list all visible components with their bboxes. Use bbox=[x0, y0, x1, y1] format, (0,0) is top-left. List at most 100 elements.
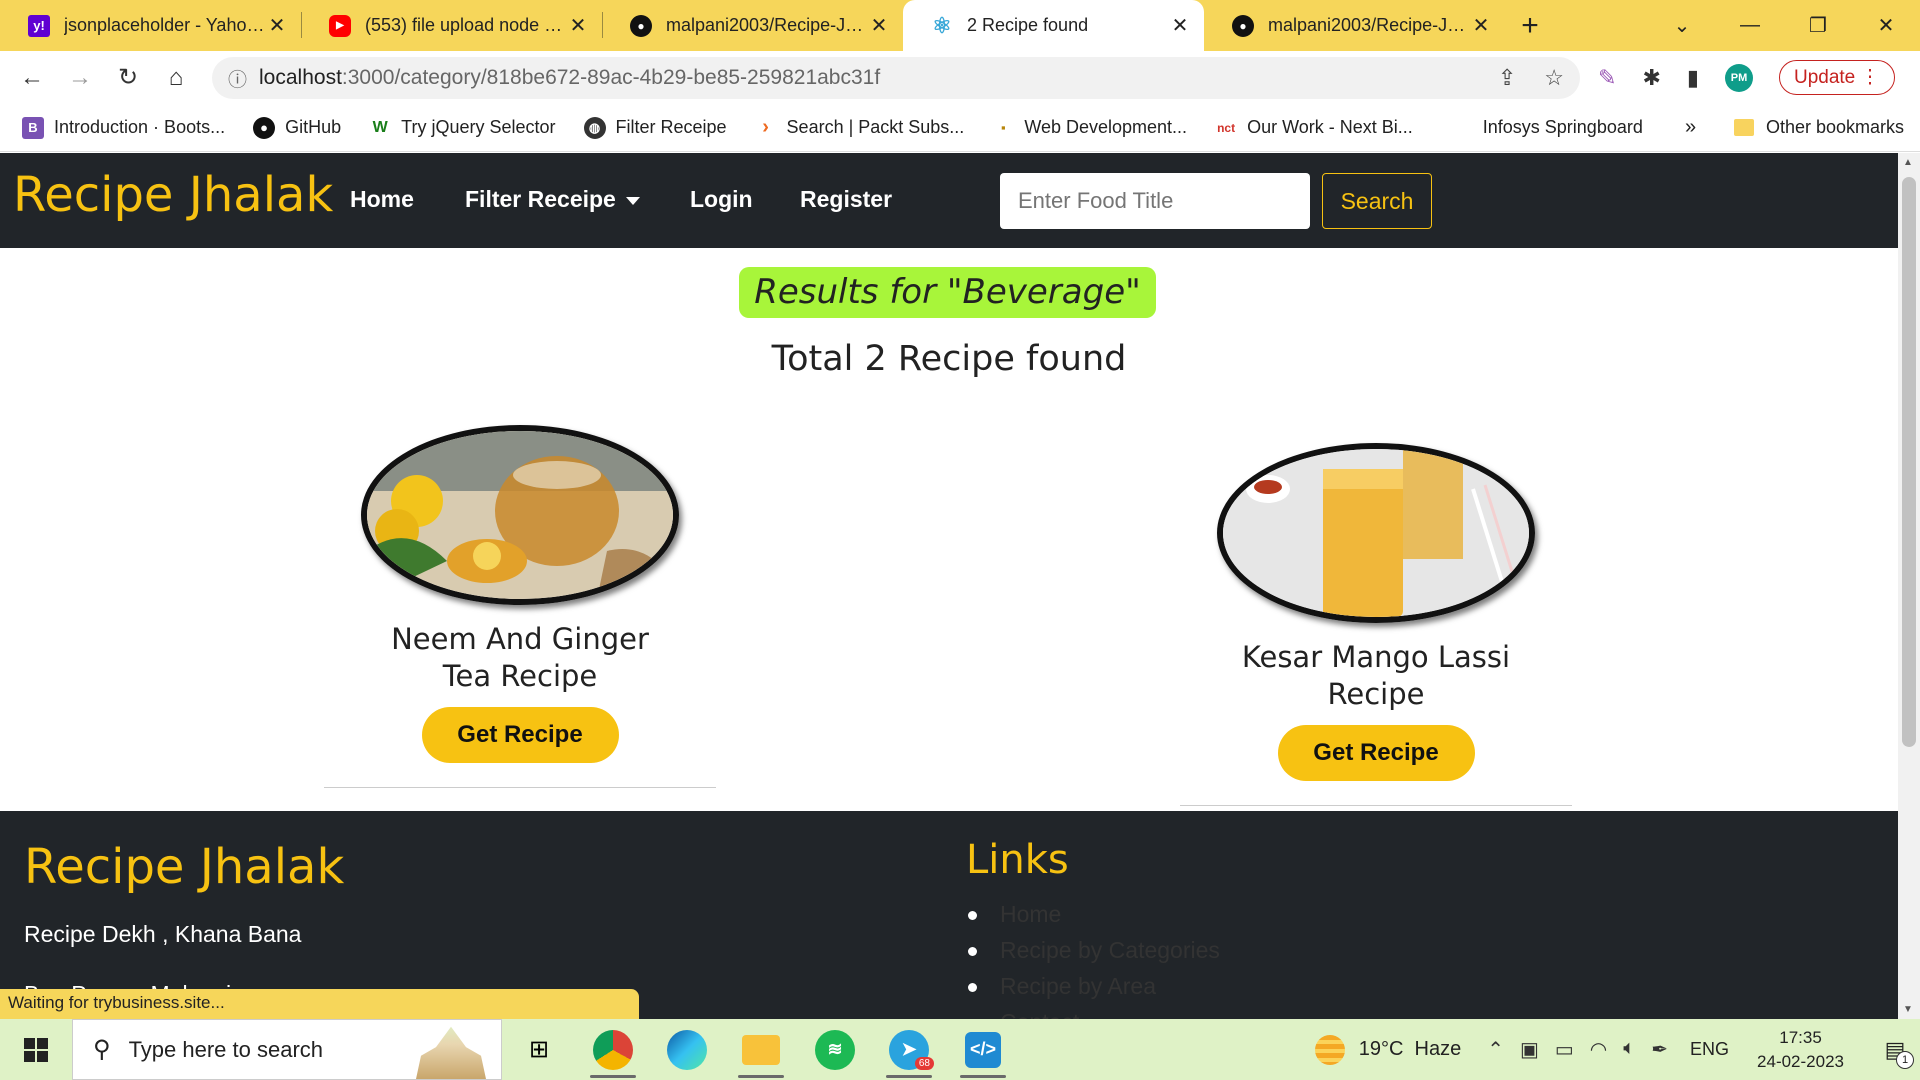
get-recipe-button[interactable]: Get Recipe bbox=[1277, 725, 1475, 781]
back-icon[interactable]: ← bbox=[8, 64, 56, 92]
browser-tab-active[interactable]: ⚛ 2 Recipe found ✕ bbox=[903, 0, 1204, 51]
site-brand[interactable]: Recipe Jhalak bbox=[13, 167, 333, 223]
nav-login[interactable]: Login bbox=[690, 186, 753, 213]
weather-temp: 19°C bbox=[1358, 1038, 1404, 1060]
taskbar-file-explorer[interactable] bbox=[724, 1019, 798, 1080]
tab-title: malpani2003/Recipe-Jalak bbox=[666, 15, 867, 35]
scrollbar-thumb[interactable] bbox=[1902, 177, 1916, 747]
scroll-down-icon[interactable]: ▼ bbox=[1903, 1004, 1913, 1015]
site-footer: Recipe Jhalak Recipe Dekh , Khana Bana B… bbox=[0, 811, 1898, 1019]
bookmark-item[interactable]: W Try jQuery Selector bbox=[369, 117, 556, 139]
search-button[interactable]: Search bbox=[1322, 173, 1432, 229]
recipe-card: Kesar Mango Lassi Recipe Get Recipe bbox=[1180, 443, 1572, 806]
new-tab-button[interactable]: + bbox=[1505, 0, 1555, 51]
close-icon[interactable]: ✕ bbox=[867, 13, 891, 38]
address-bar[interactable]: ⓘ localhost:3000/category/818be672-89ac-… bbox=[212, 57, 1580, 99]
bookmark-label: Try jQuery Selector bbox=[401, 117, 556, 137]
bookmark-item[interactable]: ● GitHub bbox=[253, 116, 341, 139]
bookmark-item[interactable]: nct Our Work - Next Bi... bbox=[1215, 117, 1413, 139]
footer-link-area[interactable]: Recipe by Area bbox=[968, 973, 1220, 1009]
bookmarks-overflow-icon[interactable]: » bbox=[1685, 116, 1696, 139]
github-icon: ● bbox=[253, 116, 276, 139]
yahoo-icon: y! bbox=[28, 14, 50, 37]
scroll-up-icon[interactable]: ▲ bbox=[1903, 157, 1913, 168]
weather-widget[interactable]: 19°C Haze bbox=[1314, 1034, 1461, 1065]
globe-icon: ◍ bbox=[583, 116, 606, 139]
react-icon: ⚛ bbox=[932, 12, 952, 38]
extensions-puzzle-icon[interactable]: ✱ bbox=[1642, 65, 1660, 91]
chevron-up-icon[interactable]: ⌃ bbox=[1487, 1037, 1504, 1062]
minimize-icon[interactable]: — bbox=[1716, 14, 1784, 37]
home-icon[interactable]: ⌂ bbox=[152, 64, 200, 92]
taskbar-vscode[interactable]: </> bbox=[946, 1019, 1020, 1080]
nav-register[interactable]: Register bbox=[800, 186, 892, 213]
nav-home[interactable]: Home bbox=[350, 186, 414, 213]
tab-search-icon[interactable]: ⌄ bbox=[1648, 13, 1716, 38]
taskbar-spotify[interactable]: ≋ bbox=[798, 1019, 872, 1080]
url-host: localhost bbox=[259, 66, 342, 89]
taskbar-telegram[interactable]: ➤ 68 bbox=[872, 1019, 946, 1080]
nav-filter-label: Filter Receipe bbox=[465, 186, 616, 212]
food-search-input[interactable] bbox=[1000, 173, 1310, 229]
battery-icon[interactable]: ▭ bbox=[1555, 1037, 1574, 1062]
browser-tab[interactable]: ● malpani2003/Recipe-Jalak ✕ bbox=[1204, 0, 1505, 51]
language-indicator[interactable]: ENG bbox=[1690, 1039, 1729, 1060]
update-button[interactable]: Update ⋮ bbox=[1778, 60, 1895, 95]
share-icon[interactable]: ⇪ bbox=[1498, 65, 1516, 91]
site-info-icon[interactable]: ⓘ bbox=[228, 65, 247, 92]
browser-tab[interactable]: y! jsonplaceholder - Yahoo India Search … bbox=[0, 0, 301, 51]
wifi-icon[interactable]: ◠ bbox=[1590, 1037, 1607, 1062]
bookmark-label: Our Work - Next Bi... bbox=[1247, 117, 1413, 137]
clock-time: 17:35 bbox=[1779, 1027, 1822, 1047]
pen-icon[interactable]: ✒ bbox=[1651, 1037, 1668, 1062]
notifications-button[interactable]: ▤ 1 bbox=[1870, 1037, 1920, 1069]
edge-icon bbox=[667, 1029, 707, 1070]
profile-avatar-icon[interactable]: PM bbox=[1724, 63, 1753, 92]
restore-icon[interactable]: ❐ bbox=[1784, 13, 1852, 38]
task-view-button[interactable]: ⊞ bbox=[502, 1019, 576, 1080]
bookmark-item[interactable]: ▪ Web Development... bbox=[992, 117, 1187, 139]
page-viewport: Recipe Jhalak Home Filter Receipe Login … bbox=[0, 153, 1898, 1019]
browser-tab[interactable]: ● malpani2003/Recipe-Jalak ✕ bbox=[602, 0, 903, 51]
footer-link-categories[interactable]: Recipe by Categories bbox=[968, 937, 1220, 973]
bookmark-label: Introduction · Boots... bbox=[54, 117, 226, 137]
lassi-photo bbox=[1223, 449, 1529, 617]
taskbar-chrome[interactable] bbox=[576, 1019, 650, 1080]
results-heading: Results for "Beverage" bbox=[739, 267, 1156, 318]
browser-tab[interactable]: ▶ (553) file upload node js multer - You… bbox=[301, 0, 602, 51]
forward-icon[interactable]: → bbox=[56, 64, 104, 92]
close-window-icon[interactable]: ✕ bbox=[1852, 13, 1920, 38]
bookmark-item[interactable]: ◍ Filter Receipe bbox=[583, 116, 727, 139]
browser-tab-strip: y! jsonplaceholder - Yahoo India Search … bbox=[0, 0, 1920, 51]
start-button[interactable] bbox=[0, 1037, 72, 1062]
folder-icon bbox=[1734, 119, 1754, 136]
clock-date: 24-02-2023 bbox=[1757, 1051, 1844, 1071]
taskbar-search-box[interactable]: ⚲ Type here to search bbox=[72, 1019, 502, 1080]
footer-link-contact[interactable]: Contact bbox=[1000, 1009, 1220, 1019]
side-panel-icon[interactable]: ▮ bbox=[1687, 65, 1699, 91]
taskbar-edge[interactable] bbox=[650, 1019, 724, 1080]
bookmark-star-icon[interactable]: ☆ bbox=[1544, 65, 1564, 91]
blank-icon bbox=[1451, 117, 1473, 139]
taskbar-clock[interactable]: 17:35 24-02-2023 bbox=[1757, 1026, 1844, 1074]
other-bookmarks[interactable]: Other bookmarks bbox=[1734, 117, 1904, 138]
close-icon[interactable]: ✕ bbox=[1469, 13, 1493, 38]
get-recipe-button[interactable]: Get Recipe bbox=[421, 707, 619, 763]
bookmark-label: Search | Packt Subs... bbox=[786, 117, 965, 137]
bookmark-item[interactable]: Infosys Springboard bbox=[1451, 117, 1643, 139]
pen-extension-icon[interactable]: ✎ bbox=[1598, 65, 1616, 91]
footer-tagline: Recipe Dekh , Khana Bana bbox=[24, 921, 302, 947]
recipe-image bbox=[1217, 443, 1535, 623]
bookmark-item[interactable]: B Introduction · Boots... bbox=[22, 116, 226, 139]
packt-icon: › bbox=[762, 116, 769, 138]
volume-icon[interactable]: 🔈︎ bbox=[1623, 1037, 1635, 1062]
reload-icon[interactable]: ↻ bbox=[104, 63, 152, 92]
close-icon[interactable]: ✕ bbox=[566, 13, 590, 38]
close-icon[interactable]: ✕ bbox=[265, 13, 289, 38]
footer-link-home[interactable]: Home bbox=[968, 901, 1220, 937]
camera-icon[interactable]: ▣ bbox=[1520, 1037, 1539, 1062]
close-icon[interactable]: ✕ bbox=[1168, 13, 1192, 38]
nav-filter-dropdown[interactable]: Filter Receipe bbox=[465, 186, 640, 213]
bookmark-item[interactable]: › Search | Packt Subs... bbox=[755, 116, 965, 139]
page-scrollbar[interactable]: ▲ ▼ bbox=[1898, 153, 1920, 1019]
